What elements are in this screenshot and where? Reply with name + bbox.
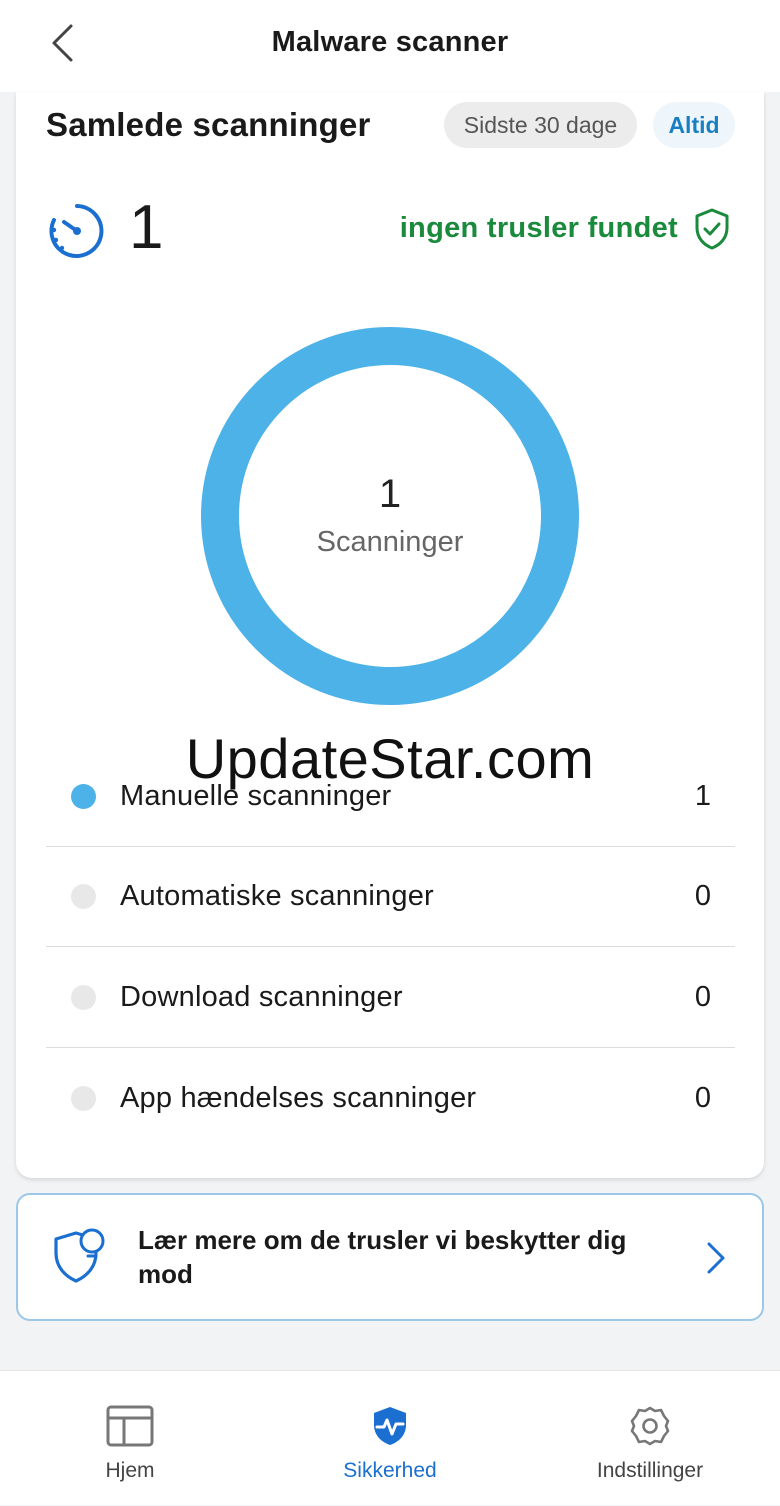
tab-label: Sikkerhed <box>343 1459 437 1482</box>
tab-label: Indstillinger <box>596 1459 704 1482</box>
timer-icon <box>49 204 104 258</box>
scan-summary-card: Samlede scanninger Sidste 30 dage Altid … <box>16 92 764 1178</box>
bottom-tab-bar: Hjem Sikkerhed Indstillinger <box>0 1370 780 1505</box>
tab-settings[interactable]: Indstillinger <box>520 1371 780 1506</box>
legend-dot <box>71 1085 96 1111</box>
total-scans-count: 1 <box>129 193 164 262</box>
breakdown-row-manual: Manuelle scanninger 1 <box>46 747 735 847</box>
gear-icon <box>630 1406 670 1446</box>
shield-pulse-icon <box>374 1407 406 1445</box>
row-label: Download scanninger <box>120 981 403 1013</box>
status-text: ingen trusler fundet <box>399 212 678 244</box>
tab-home[interactable]: Hjem <box>0 1371 260 1506</box>
tab-label: Hjem <box>105 1459 155 1482</box>
chevron-right-icon <box>707 1242 725 1274</box>
breakdown-row-download: Download scanninger 0 <box>46 948 735 1048</box>
breakdown-row-automatic: Automatiske scanninger 0 <box>46 847 735 947</box>
page-title: Malware scanner <box>271 26 509 58</box>
row-label: Automatiske scanninger <box>120 880 434 912</box>
learn-more-card[interactable]: Lær mere om de trusler vi beskytter dig … <box>16 1193 764 1321</box>
row-value: 0 <box>694 1081 711 1114</box>
app-header: Malware scanner <box>0 0 780 92</box>
row-value: 1 <box>694 780 711 812</box>
tab-security[interactable]: Sikkerhed <box>260 1371 520 1506</box>
donut-label: Scanninger <box>316 526 464 558</box>
layout-icon <box>106 1405 154 1447</box>
row-value: 0 <box>694 981 711 1013</box>
shield-check-icon <box>695 208 729 250</box>
legend-dot <box>71 985 96 1010</box>
legend-dot <box>71 784 96 809</box>
legend-dot <box>71 884 96 909</box>
filter-last-30-days[interactable]: Sidste 30 dage <box>444 102 637 148</box>
breakdown-row-app-event: App hændelses scanninger 0 <box>46 1048 735 1148</box>
row-label: Manuelle scanninger <box>120 780 392 812</box>
filter-always[interactable]: Altid <box>653 102 735 148</box>
donut-value: 1 <box>378 472 402 516</box>
row-value: 0 <box>694 880 711 912</box>
learn-more-text: Lær mere om de trusler vi beskytter dig … <box>138 1225 627 1289</box>
summary-title: Samlede scanninger <box>46 106 371 143</box>
shield-bulb-icon <box>54 1228 105 1283</box>
row-label: App hændelses scanninger <box>120 1081 477 1114</box>
